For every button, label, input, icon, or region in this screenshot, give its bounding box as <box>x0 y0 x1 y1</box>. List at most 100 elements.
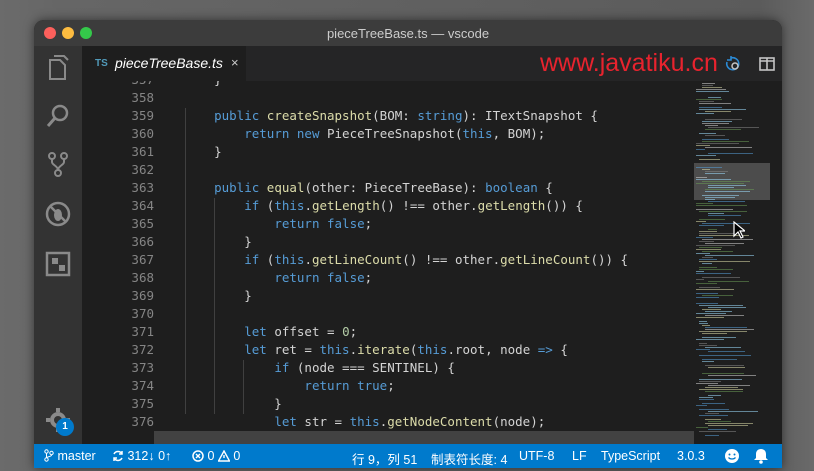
indentation-setting[interactable]: 制表符长度: 4 <box>431 449 507 468</box>
minimap-line <box>708 97 721 98</box>
code-editor[interactable]: 357 358 359 360 361 362 363 364 365 366 367 368 369 3… <box>82 81 782 444</box>
minimap-line <box>705 311 732 312</box>
mouse-cursor-icon <box>733 220 747 244</box>
minimap-line <box>696 179 731 180</box>
minimap-line <box>705 147 752 148</box>
minimap-line <box>696 317 724 318</box>
bell-icon[interactable] <box>754 448 768 465</box>
code-line[interactable]: public createSnapshot(BOM: string): ITex… <box>184 108 598 123</box>
line-number: 363 <box>131 180 154 195</box>
minimap-line <box>708 411 758 412</box>
code-line[interactable]: public equal(other: PieceTreeBase): bool… <box>184 180 553 195</box>
minimap-line <box>696 221 706 222</box>
code-line[interactable]: let str = this.getNodeContent(node); <box>184 414 545 429</box>
minimap-line <box>699 345 717 346</box>
minimap-line <box>702 139 729 140</box>
line-number: 375 <box>131 396 154 411</box>
minimap-line <box>708 185 746 186</box>
code-line[interactable]: let offset = 0; <box>184 324 357 339</box>
typescript-file-icon: TS <box>95 58 108 69</box>
minimap-line <box>696 427 708 428</box>
minimap[interactable] <box>694 81 782 444</box>
open-changes-icon[interactable] <box>724 55 742 73</box>
minimap-line <box>699 225 724 226</box>
minimap-line <box>696 89 726 90</box>
eol-setting[interactable]: LF <box>572 449 587 463</box>
explorer-icon[interactable] <box>44 54 72 82</box>
minimap-line <box>708 213 724 214</box>
minimap-line <box>696 271 704 272</box>
tab-bar: TS pieceTreeBase.ts × www.javatiku.cn <box>82 46 782 81</box>
encoding-setting[interactable]: UTF-8 <box>519 449 554 463</box>
minimap-line <box>708 187 734 188</box>
minimap-line <box>696 99 722 100</box>
minimap-line <box>696 289 734 290</box>
sync-indicator[interactable]: 312↓ 0↑ <box>112 449 171 463</box>
branch-indicator[interactable]: master <box>44 449 96 463</box>
extensions-icon[interactable] <box>44 250 72 278</box>
line-number: 364 <box>131 198 154 213</box>
typescript-version[interactable]: 3.0.3 <box>677 449 705 463</box>
minimap-line <box>708 367 745 368</box>
minimap-line <box>702 277 740 278</box>
minimap-line <box>705 189 754 190</box>
code-line[interactable]: return false; <box>184 270 372 285</box>
window-title: pieceTreeBase.ts — vscode <box>326 26 490 41</box>
minimap-line <box>696 149 705 150</box>
minimap-line <box>705 391 743 392</box>
minimap-line <box>702 337 736 338</box>
minimap-line <box>708 425 748 426</box>
horizontal-scrollbar[interactable] <box>154 431 694 444</box>
minimap-line <box>705 347 741 348</box>
tab-label: pieceTreeBase.ts <box>115 55 223 71</box>
code-line[interactable]: } <box>184 396 282 411</box>
minimap-line <box>696 253 710 254</box>
minimap-line <box>702 333 727 334</box>
line-number: 366 <box>131 234 154 249</box>
code-line[interactable]: return false; <box>184 216 372 231</box>
search-icon[interactable] <box>44 102 72 130</box>
minimap-line <box>699 397 713 398</box>
minimap-line <box>705 173 725 174</box>
code-line[interactable]: if (this.getLineCount() !== other.getLin… <box>184 252 628 267</box>
close-tab-icon[interactable]: × <box>231 55 239 70</box>
minimap-line <box>696 383 718 384</box>
tab-piecetreebase[interactable]: TS pieceTreeBase.ts × <box>82 46 246 81</box>
minimap-line <box>696 209 733 210</box>
minimap-line <box>705 387 738 388</box>
code-line[interactable]: } <box>184 288 252 303</box>
problems-indicator[interactable]: 0 0 <box>192 449 240 463</box>
debug-icon[interactable] <box>44 200 72 228</box>
code-line[interactable]: return true; <box>184 378 394 393</box>
minimap-line <box>705 255 754 256</box>
code-line[interactable]: } <box>184 144 222 159</box>
minimap-line <box>696 177 707 178</box>
minimap-line <box>702 325 710 326</box>
minimap-line <box>699 331 747 332</box>
code-line[interactable]: } <box>184 234 252 249</box>
minimap-line <box>708 127 759 128</box>
minimap-line <box>699 107 722 108</box>
smiley-icon[interactable] <box>724 448 740 465</box>
code-line[interactable]: if (node === SENTINEL) { <box>184 360 455 375</box>
language-mode[interactable]: TypeScript <box>601 449 660 463</box>
code-area[interactable]: } public createSnapshot(BOM: string): IT… <box>184 81 724 444</box>
minimap-line <box>702 373 744 374</box>
minimap-line <box>699 219 725 220</box>
code-line[interactable]: } <box>184 81 222 87</box>
minimap-line <box>696 339 724 340</box>
minimap-line <box>705 329 754 330</box>
minimap-line <box>696 283 717 284</box>
source-control-icon[interactable] <box>44 150 72 178</box>
minimap-line <box>696 145 710 146</box>
line-number: 373 <box>131 360 154 375</box>
code-line[interactable]: return new PieceTreeSnapshot(this, BOM); <box>184 126 545 141</box>
line-number: 367 <box>131 252 154 267</box>
split-editor-icon[interactable] <box>758 55 776 73</box>
minimap-line <box>702 121 732 122</box>
code-line[interactable]: if (this.getLength() !== other.getLength… <box>184 198 583 213</box>
minimap-line <box>699 133 716 134</box>
minimap-line <box>702 359 737 360</box>
cursor-position[interactable]: 行 9，列 51 <box>352 449 417 468</box>
code-line[interactable]: let ret = this.iterate(this.root, node =… <box>184 342 568 357</box>
